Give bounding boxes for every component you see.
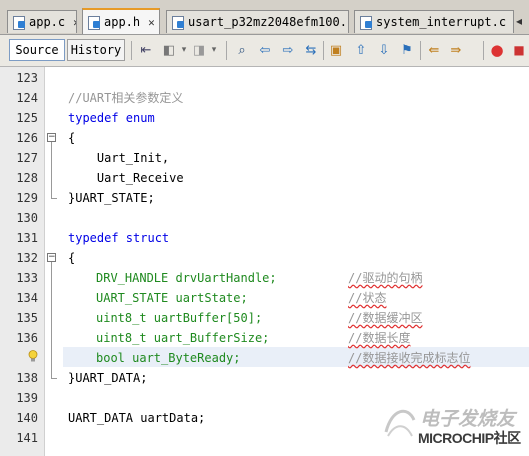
code-line: 138 }UART_DATA;	[0, 368, 529, 388]
code-text: Uart_Receive	[68, 171, 184, 185]
header-file-icon	[172, 15, 184, 30]
comment-text: //UART相关参数定义	[68, 91, 184, 105]
code-text: bool uart_ByteReady;	[96, 351, 241, 365]
code-line: 127 Uart_Init,	[0, 148, 529, 168]
line-number: 129	[16, 191, 38, 205]
code-text: uint8_t uart_BufferSize;	[96, 331, 270, 345]
line-number: 141	[16, 431, 38, 445]
line-number: 132	[16, 251, 38, 265]
chevron-down-icon[interactable]: ▾	[205, 41, 223, 59]
find-selection-icon[interactable]: ⇆	[302, 41, 320, 59]
editor-tab-bar: app.c ✕ app.h ✕ usart_p32mz2048efm100.h …	[0, 0, 529, 35]
code-text: }UART_STATE;	[68, 191, 155, 205]
tab-usart-header[interactable]: usart_p32mz2048efm100.h ✕	[166, 10, 349, 33]
line-number: 133	[16, 271, 38, 285]
line-number: 126	[16, 131, 38, 145]
watermark-emblem-icon	[384, 409, 416, 437]
shift-left-icon[interactable]: ⇚	[425, 41, 443, 59]
code-text: Uart_Init,	[68, 151, 170, 165]
toggle-highlight-icon[interactable]: ▣	[327, 41, 345, 59]
comment-text: //驱动的句柄	[348, 271, 423, 285]
line-number: 138	[16, 371, 38, 385]
keyword-text: struct	[118, 231, 170, 245]
header-file-icon	[88, 15, 100, 30]
shift-right-icon[interactable]: ⇛	[447, 41, 465, 59]
tab-system-interrupt-c[interactable]: system_interrupt.c ✕	[354, 10, 514, 33]
line-number: 131	[16, 231, 38, 245]
keyword-text: typedef	[68, 231, 119, 245]
last-edit-icon[interactable]: ⇤	[137, 41, 155, 59]
code-line: 135 uint8_t uartBuffer[50]; //数据缓冲区	[0, 308, 529, 328]
code-line: 134 UART_STATE uartState; //状态	[0, 288, 529, 308]
c-file-icon	[360, 15, 372, 30]
editor-toolbar: Source History ⇤ ◧ ▾ ◨ ▾ ⌕ ⇦ ⇨ ⇆ ▣ ⇧ ⇩ ⚑…	[0, 35, 529, 67]
find-icon[interactable]: ⌕	[233, 41, 251, 59]
tab-label: app.c	[29, 15, 66, 29]
code-text: UART_DATA uartData;	[68, 411, 206, 425]
line-number: 135	[16, 311, 38, 325]
code-line: 125 typedef enum	[0, 108, 529, 128]
line-number: 128	[16, 171, 38, 185]
close-icon[interactable]: ✕	[73, 16, 76, 29]
previous-bookmark-icon[interactable]: ⇧	[352, 41, 370, 59]
keyword-text: typedef	[68, 111, 119, 125]
code-text: }UART_DATA;	[68, 371, 148, 385]
next-bookmark-icon[interactable]: ⇩	[375, 41, 393, 59]
code-line: 131 typedef struct	[0, 228, 529, 248]
line-number: 125	[16, 111, 38, 125]
comment-text: //数据接收完成标志位	[348, 351, 471, 365]
scroll-tabs-icon[interactable]: ◂	[516, 14, 522, 28]
keyword-text: enum	[118, 111, 155, 125]
record-macro-icon[interactable]: ●	[488, 41, 506, 59]
line-number: 139	[16, 391, 38, 405]
tab-app-h[interactable]: app.h ✕	[82, 8, 160, 34]
code-text: UART_STATE uartState;	[96, 291, 248, 305]
code-text: uint8_t uartBuffer[50];	[96, 311, 263, 325]
code-text: DRV_HANDLE drvUartHandle;	[96, 271, 277, 285]
find-previous-icon[interactable]: ⇦	[256, 41, 274, 59]
source-button[interactable]: Source	[9, 39, 65, 61]
code-line: 124 //UART相关参数定义	[0, 88, 529, 108]
line-number: 127	[16, 151, 38, 165]
tab-label: app.h	[104, 15, 141, 29]
code-line: 126 {	[0, 128, 529, 148]
tab-app-c[interactable]: app.c ✕	[7, 10, 77, 33]
close-icon[interactable]: ✕	[148, 16, 155, 29]
code-line: bool uart_ByteReady; //数据接收完成标志位	[0, 348, 529, 368]
comment-text: //数据长度	[348, 331, 411, 345]
code-line: 136 uint8_t uart_BufferSize; //数据长度	[0, 328, 529, 348]
code-text: {	[68, 251, 76, 265]
tab-label: system_interrupt.c	[376, 15, 507, 29]
line-number: 134	[16, 291, 38, 305]
history-button[interactable]: History	[67, 39, 125, 61]
find-next-icon[interactable]: ⇨	[279, 41, 297, 59]
code-text: {	[68, 131, 76, 145]
toggle-bookmark-icon[interactable]: ⚑	[398, 41, 416, 59]
line-number: 123	[16, 71, 38, 85]
line-number: 124	[16, 91, 38, 105]
code-line: 128 Uart_Receive	[0, 168, 529, 188]
watermark-cn-text: 电子发烧友	[420, 408, 516, 430]
c-file-icon	[13, 15, 25, 30]
code-line: 123	[0, 68, 529, 88]
line-number: 140	[16, 411, 38, 425]
line-number: 136	[16, 331, 38, 345]
code-line: 129 }UART_STATE;	[0, 188, 529, 208]
comment-text: //状态	[348, 291, 387, 305]
code-line: 132 {	[0, 248, 529, 268]
watermark-en-text: MICROCHIP社区	[418, 430, 521, 446]
code-line: 130	[0, 208, 529, 228]
code-line: 133 DRV_HANDLE drvUartHandle; //驱动的句柄	[0, 268, 529, 288]
line-number: 130	[16, 211, 38, 225]
watermark-logo: 电子发烧友 MICROCHIP社区	[380, 396, 528, 454]
tab-label: usart_p32mz2048efm100.h	[188, 15, 349, 29]
comment-text: //数据缓冲区	[348, 311, 423, 325]
stop-macro-icon[interactable]: ■	[510, 41, 528, 59]
